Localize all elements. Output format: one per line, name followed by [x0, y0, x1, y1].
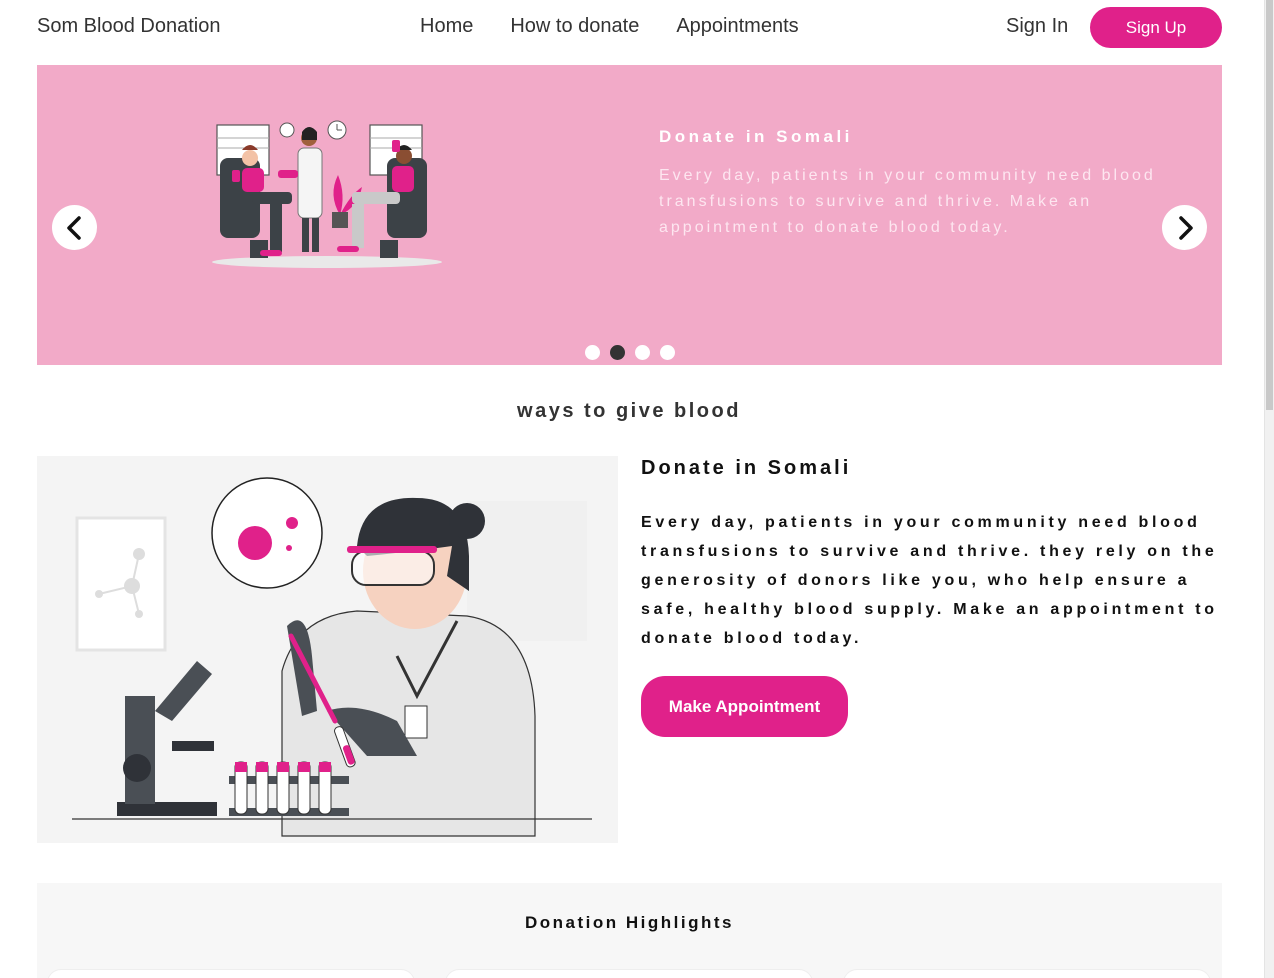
highlights-title: Donation Highlights: [525, 913, 734, 932]
navbar: Som Blood Donation Home How to donate Ap…: [0, 0, 1265, 56]
carousel-dot-4[interactable]: [660, 345, 675, 360]
hero-carousel: Donate in Somali Every day, patients in …: [37, 65, 1222, 365]
scrollbar-thumb[interactable]: [1266, 0, 1273, 410]
slide-caption: Donate in Somali Every day, patients in …: [659, 127, 1179, 241]
feature-description: Every day, patients in your community ne…: [641, 514, 1218, 647]
nav-link-home[interactable]: Home: [420, 15, 473, 38]
make-appointment-button[interactable]: Make Appointment: [641, 676, 848, 737]
nav-link-how-to-donate[interactable]: How to donate: [510, 15, 639, 38]
nav-link-appointments[interactable]: Appointments: [676, 15, 798, 38]
nav-links: Home How to donate Appointments: [420, 15, 799, 38]
brand-logo[interactable]: Som Blood Donation: [37, 15, 220, 38]
sign-in-link[interactable]: Sign In: [1006, 15, 1068, 38]
highlight-card: [47, 969, 415, 978]
blood-donation-illustration: [212, 120, 442, 268]
section-heading: ways to give blood: [517, 400, 741, 422]
donation-highlights: Donation Highlights: [37, 883, 1222, 978]
highlight-card: [445, 969, 813, 978]
chevron-right-icon: [1178, 215, 1193, 240]
sign-up-button[interactable]: Sign Up: [1090, 7, 1222, 48]
slide-description: Every day, patients in your community ne…: [659, 167, 1156, 236]
carousel-dot-1[interactable]: [585, 345, 600, 360]
slide-title: Donate in Somali: [659, 127, 853, 146]
highlight-card: [843, 969, 1211, 978]
carousel-indicators: [585, 345, 675, 360]
carousel-dot-2[interactable]: [610, 345, 625, 360]
lab-scientist-illustration: [37, 456, 618, 843]
scrollbar[interactable]: [1265, 0, 1274, 978]
carousel-prev-button[interactable]: [52, 205, 97, 250]
feature-title: Donate in Somali: [641, 457, 852, 479]
carousel-next-button[interactable]: [1162, 205, 1207, 250]
carousel-dot-3[interactable]: [635, 345, 650, 360]
chevron-left-icon: [66, 215, 81, 240]
